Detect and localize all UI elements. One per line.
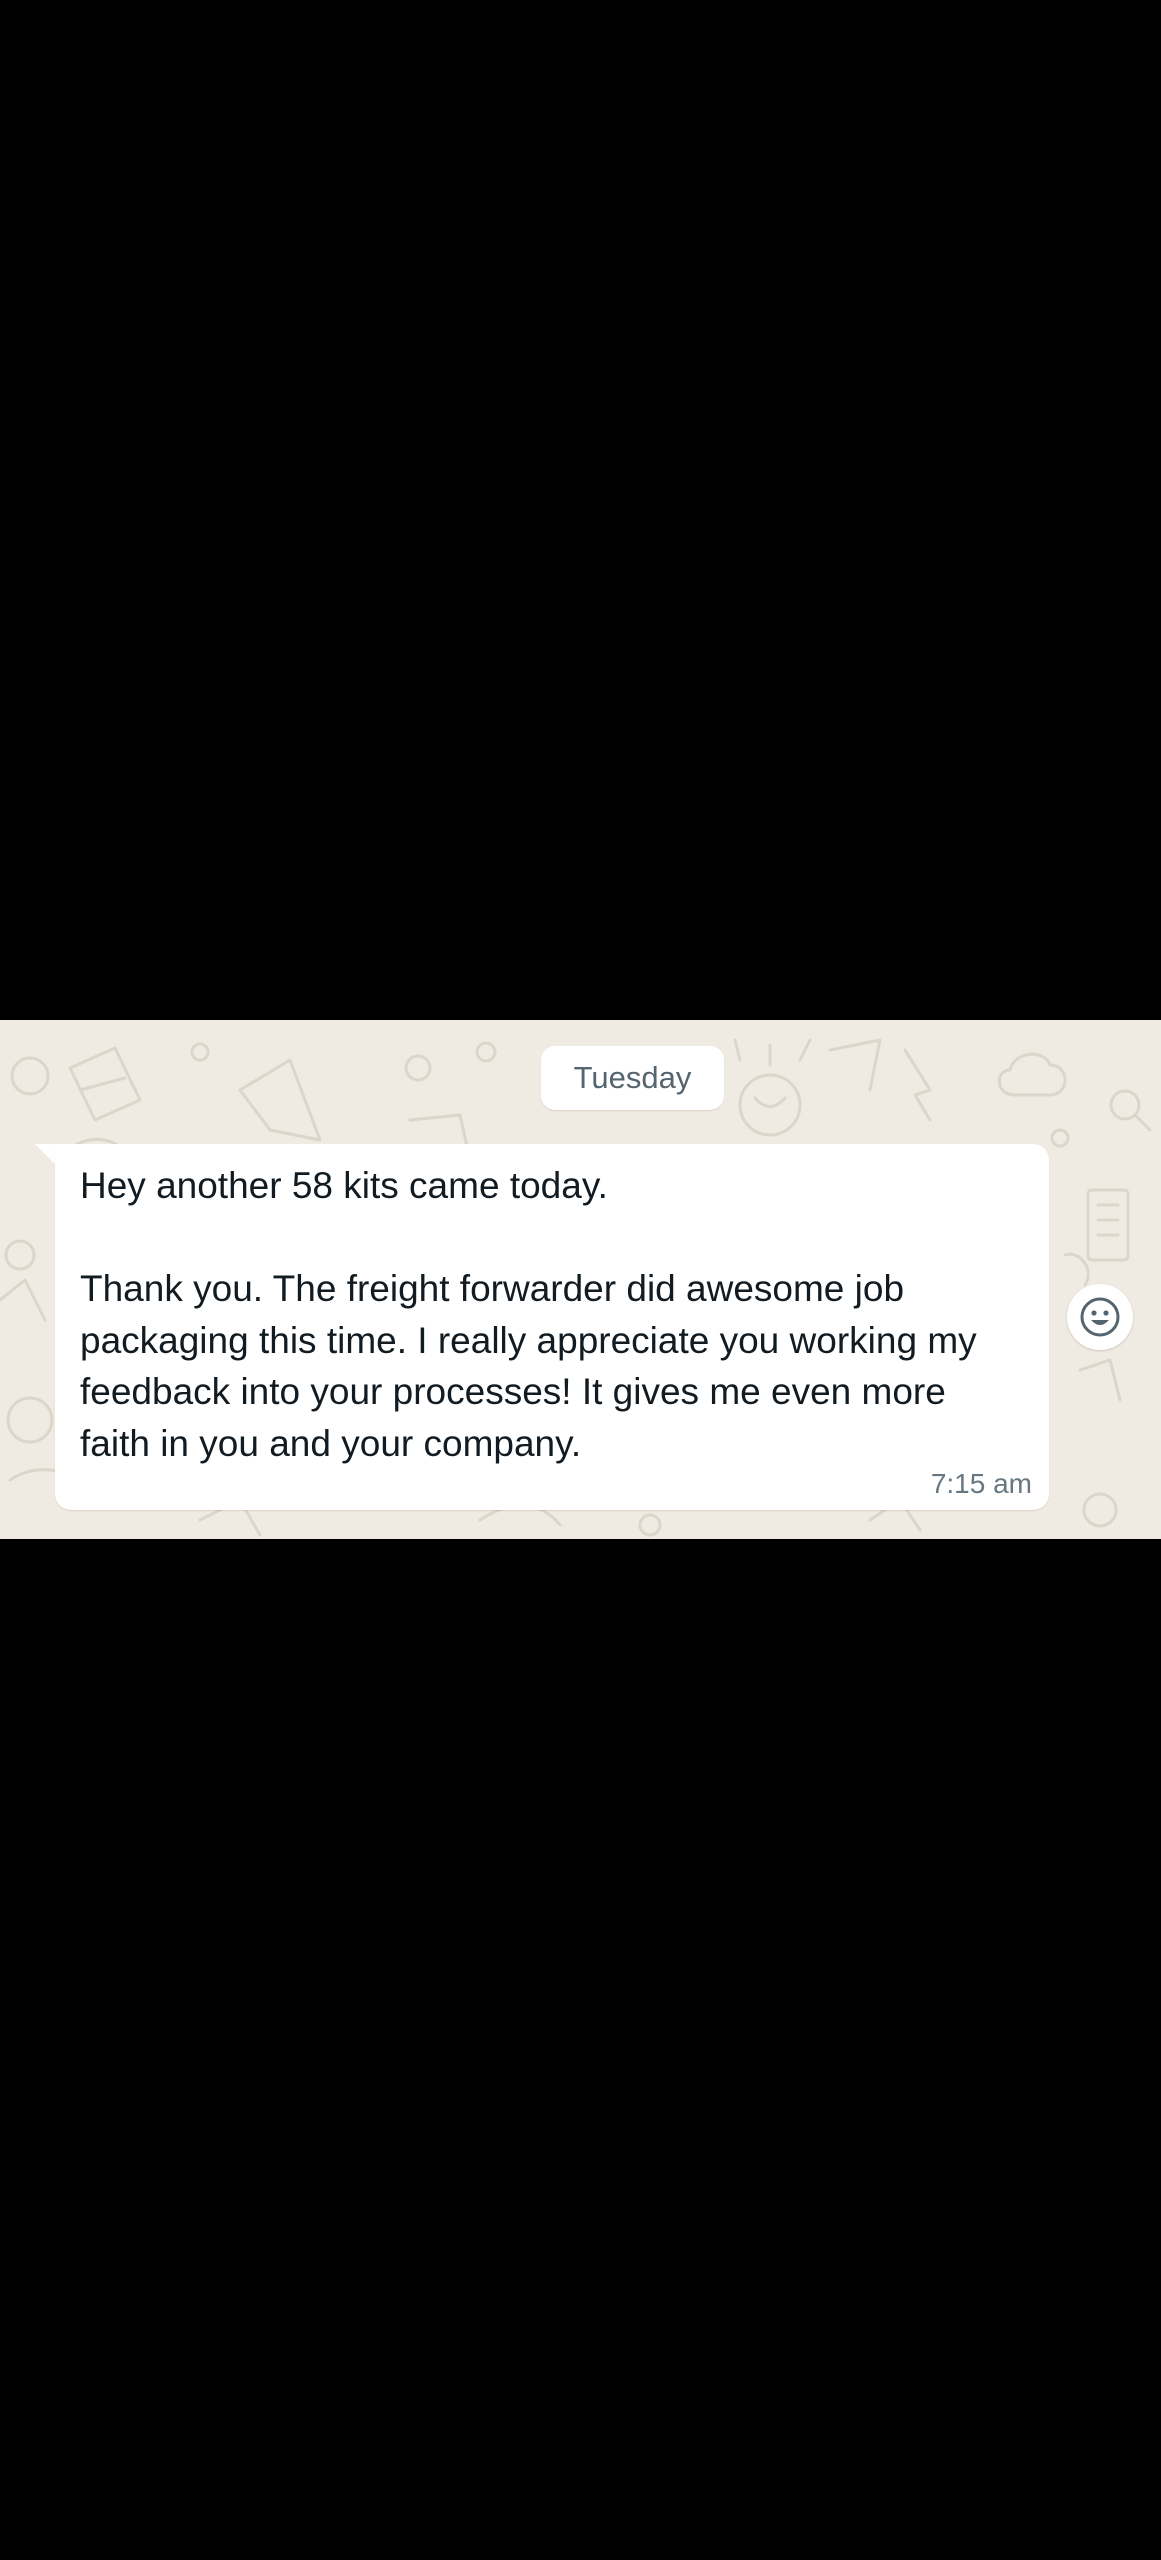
message-timestamp: 7:15 am [930,1468,1032,1499]
chat-background: Tuesday Hey another 58 kits came today. … [0,1020,1161,1539]
date-divider-label: Tuesday [573,1060,692,1095]
reaction-button[interactable] [1067,1284,1133,1350]
message-text-line: Hey another 58 kits came today. [80,1165,608,1206]
date-divider: Tuesday [541,1046,724,1110]
message-text-line: faith in you and your company. [80,1423,582,1464]
smiley-icon [1080,1297,1120,1337]
message-text-line: feedback into your processes! It gives m… [80,1371,946,1412]
message-text-line: Thank you. The freight forwarder did awe… [80,1268,905,1309]
message-text-line: packaging this time. I really appreciate… [80,1320,977,1361]
incoming-message-bubble[interactable]: Hey another 58 kits came today. Thank yo… [55,1144,1049,1510]
